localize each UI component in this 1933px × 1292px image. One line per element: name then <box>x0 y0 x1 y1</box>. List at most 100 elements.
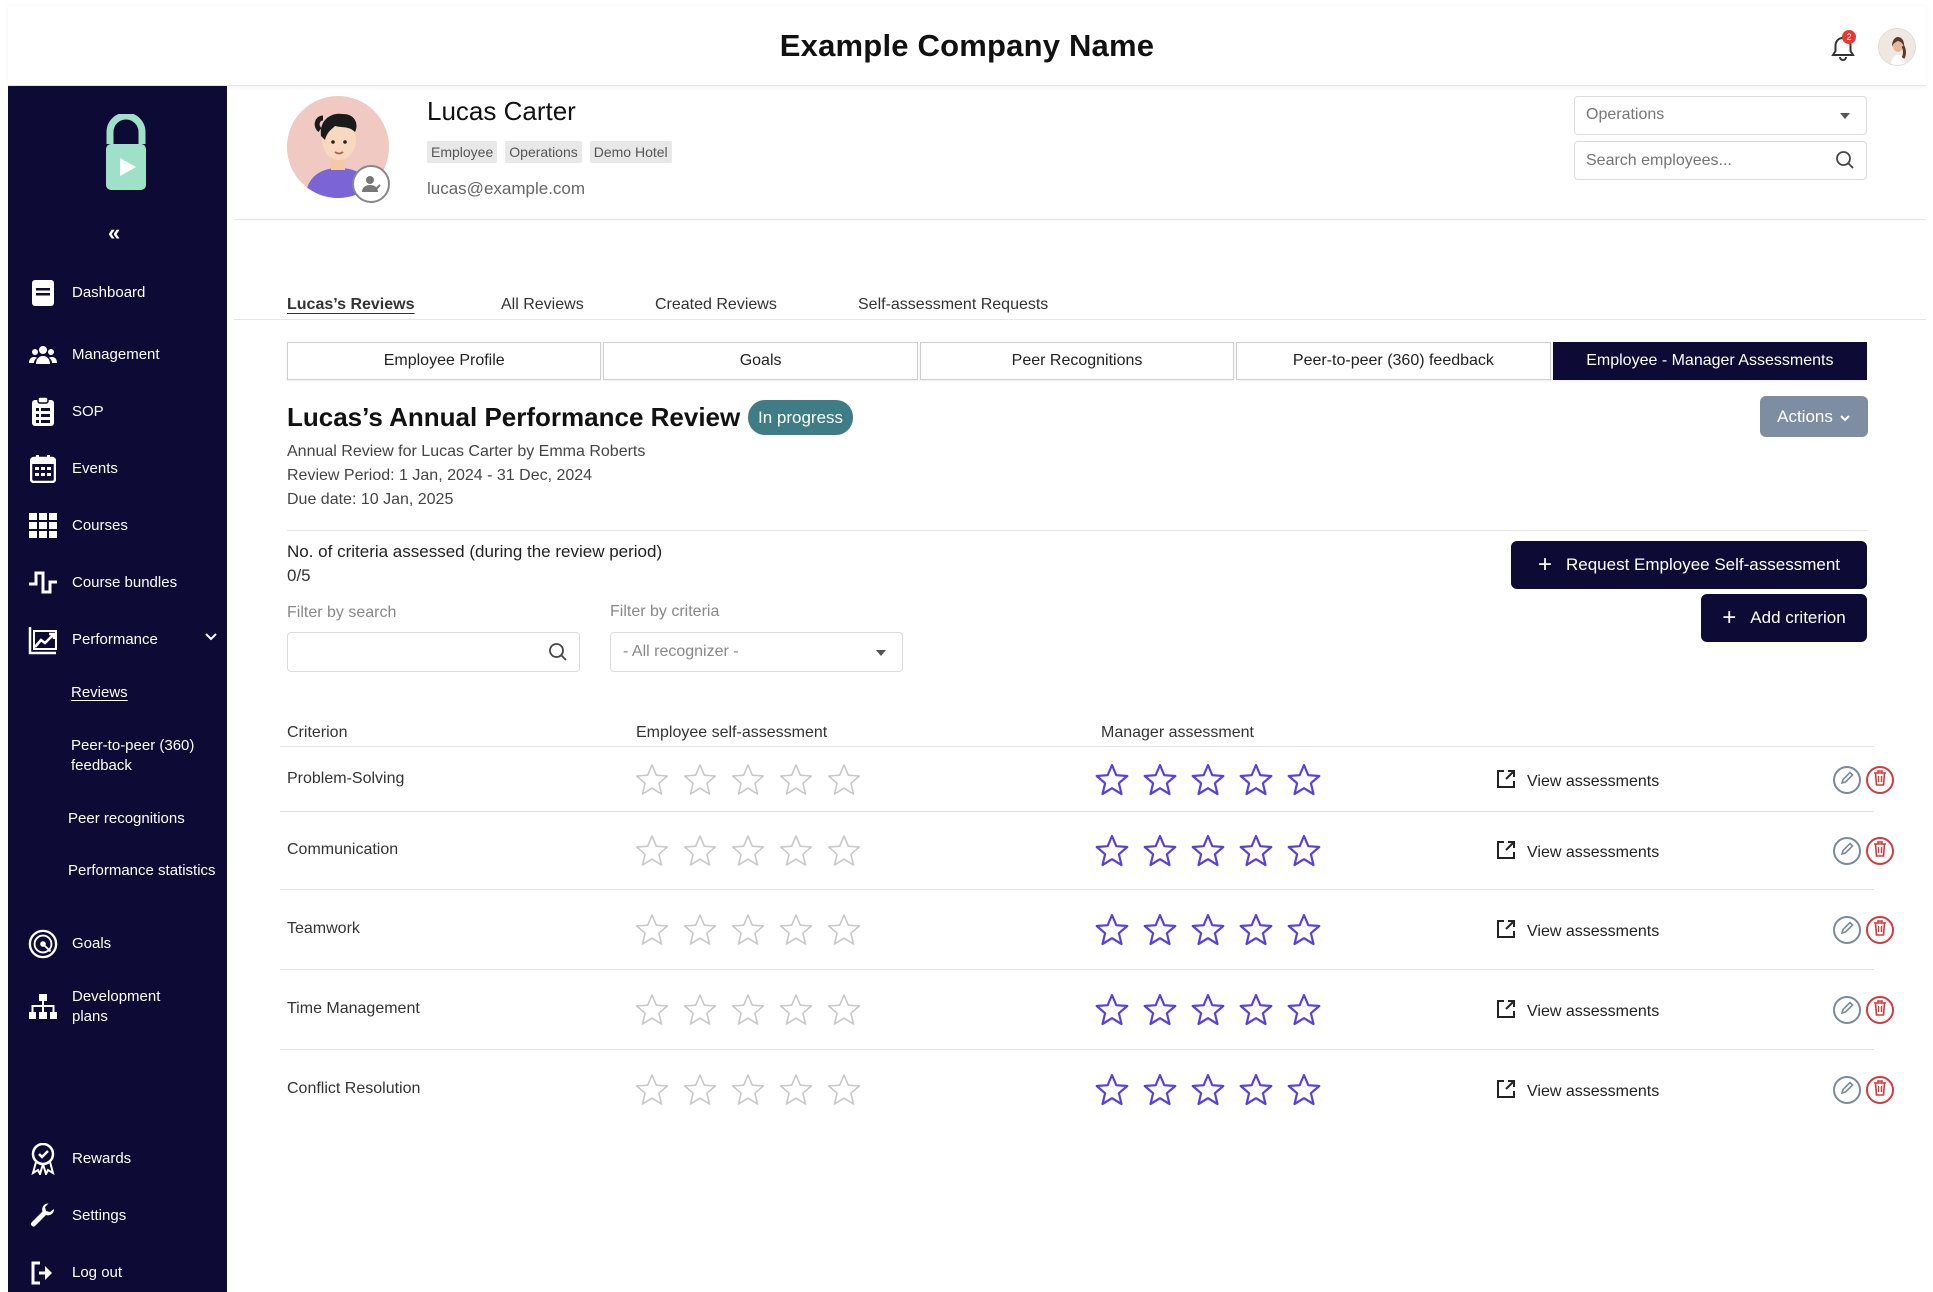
star-icon[interactable] <box>778 833 814 869</box>
star-icon[interactable] <box>826 912 862 948</box>
edit-criterion-button[interactable] <box>1833 766 1861 794</box>
view-assessments-link[interactable]: View assessments <box>1495 768 1659 795</box>
star-icon[interactable] <box>1286 992 1322 1028</box>
star-icon[interactable] <box>1190 833 1226 869</box>
tab-goals[interactable]: Goals <box>603 342 918 380</box>
star-icon[interactable] <box>1142 833 1178 869</box>
edit-criterion-button[interactable] <box>1833 837 1861 865</box>
user-avatar[interactable] <box>1878 28 1916 66</box>
star-icon[interactable] <box>1190 762 1226 798</box>
delete-criterion-button[interactable] <box>1866 916 1894 944</box>
star-icon[interactable] <box>826 992 862 1028</box>
star-icon[interactable] <box>730 912 766 948</box>
star-icon[interactable] <box>682 762 718 798</box>
star-icon[interactable] <box>1238 833 1274 869</box>
star-icon[interactable] <box>730 833 766 869</box>
tab-created-reviews[interactable]: Created Reviews <box>655 296 777 314</box>
star-icon[interactable] <box>1142 992 1178 1028</box>
sidebar-subitem-peer-feedback[interactable]: Peer-to-peer (360) feedback <box>71 736 221 776</box>
star-icon[interactable] <box>1238 1072 1274 1108</box>
tab-employee-manager-assessments[interactable]: Employee - Manager Assessments <box>1552 342 1868 380</box>
star-icon[interactable] <box>730 762 766 798</box>
tab-my-reviews[interactable]: Lucas’s Reviews <box>287 296 414 314</box>
star-icon[interactable] <box>1190 1072 1226 1108</box>
view-assessments-link[interactable]: View assessments <box>1495 839 1659 866</box>
view-assessments-link[interactable]: View assessments <box>1495 1078 1659 1105</box>
add-criterion-button[interactable]: + Add criterion <box>1701 594 1867 642</box>
delete-criterion-button[interactable] <box>1866 996 1894 1024</box>
filter-criteria-select[interactable]: - All recognizer - <box>610 632 903 672</box>
edit-criterion-button[interactable] <box>1833 916 1861 944</box>
star-icon[interactable] <box>634 912 670 948</box>
view-assessments-link[interactable]: View assessments <box>1495 998 1659 1025</box>
filter-search-input[interactable] <box>287 632 580 672</box>
star-icon[interactable] <box>730 992 766 1028</box>
sidebar-item-development-plans[interactable]: Development plans <box>28 987 218 1027</box>
star-icon[interactable] <box>682 992 718 1028</box>
star-icon[interactable] <box>778 912 814 948</box>
star-icon[interactable] <box>1094 1072 1130 1108</box>
star-icon[interactable] <box>1238 912 1274 948</box>
sidebar-item-sop[interactable]: SOP <box>28 397 218 427</box>
collapse-sidebar-button[interactable]: « <box>108 220 120 246</box>
star-icon[interactable] <box>1142 912 1178 948</box>
actions-button[interactable]: Actions <box>1760 396 1868 437</box>
star-icon[interactable] <box>778 1072 814 1108</box>
notification-bell-icon[interactable]: 2 <box>1826 30 1860 66</box>
star-icon[interactable] <box>1286 1072 1322 1108</box>
search-icon[interactable] <box>1835 150 1855 170</box>
tab-employee-profile[interactable]: Employee Profile <box>287 342 602 380</box>
sidebar-item-courses[interactable]: Courses <box>28 511 218 541</box>
change-avatar-button[interactable] <box>352 165 390 203</box>
star-icon[interactable] <box>634 833 670 869</box>
star-icon[interactable] <box>1094 833 1130 869</box>
star-icon[interactable] <box>1286 762 1322 798</box>
star-icon[interactable] <box>1142 1072 1178 1108</box>
star-icon[interactable] <box>1190 992 1226 1028</box>
star-icon[interactable] <box>1238 992 1274 1028</box>
request-self-assessment-button[interactable]: + Request Employee Self-assessment <box>1511 541 1867 589</box>
star-icon[interactable] <box>634 1072 670 1108</box>
star-icon[interactable] <box>778 992 814 1028</box>
sidebar-item-course-bundles[interactable]: Course bundles <box>28 568 218 598</box>
sidebar-item-rewards[interactable]: Rewards <box>28 1143 218 1175</box>
sidebar-item-goals[interactable]: Goals <box>28 929 218 959</box>
star-icon[interactable] <box>682 912 718 948</box>
star-icon[interactable] <box>634 762 670 798</box>
star-icon[interactable] <box>826 1072 862 1108</box>
tab-self-assessment-requests[interactable]: Self-assessment Requests <box>858 296 1048 314</box>
delete-criterion-button[interactable] <box>1866 1076 1894 1104</box>
search-icon[interactable] <box>548 642 568 662</box>
tab-all-reviews[interactable]: All Reviews <box>501 296 584 314</box>
sidebar-subitem-reviews[interactable]: Reviews <box>71 683 221 703</box>
star-icon[interactable] <box>1142 762 1178 798</box>
star-icon[interactable] <box>1238 762 1274 798</box>
sidebar-item-settings[interactable]: Settings <box>28 1201 218 1231</box>
sidebar-item-management[interactable]: Management <box>28 340 218 370</box>
department-select[interactable]: Operations <box>1574 96 1867 135</box>
star-icon[interactable] <box>682 833 718 869</box>
sidebar-subitem-performance-statistics[interactable]: Performance statistics <box>68 861 218 881</box>
sidebar-item-logout[interactable]: Log out <box>28 1258 218 1288</box>
sidebar-item-dashboard[interactable]: Dashboard <box>28 278 218 308</box>
star-icon[interactable] <box>1094 912 1130 948</box>
employee-search-input[interactable] <box>1574 141 1867 180</box>
star-icon[interactable] <box>730 1072 766 1108</box>
star-icon[interactable] <box>778 762 814 798</box>
tab-peer-feedback[interactable]: Peer-to-peer (360) feedback <box>1236 342 1551 380</box>
sidebar-subitem-peer-recognitions[interactable]: Peer recognitions <box>68 809 218 829</box>
star-icon[interactable] <box>826 833 862 869</box>
star-icon[interactable] <box>682 1072 718 1108</box>
edit-criterion-button[interactable] <box>1833 996 1861 1024</box>
tab-peer-recognitions[interactable]: Peer Recognitions <box>919 342 1235 380</box>
star-icon[interactable] <box>634 992 670 1028</box>
star-icon[interactable] <box>1286 912 1322 948</box>
sidebar-item-events[interactable]: Events <box>28 454 218 484</box>
star-icon[interactable] <box>826 762 862 798</box>
star-icon[interactable] <box>1190 912 1226 948</box>
view-assessments-link[interactable]: View assessments <box>1495 918 1659 945</box>
sidebar-item-performance[interactable]: Performance <box>28 625 218 655</box>
delete-criterion-button[interactable] <box>1866 837 1894 865</box>
star-icon[interactable] <box>1094 762 1130 798</box>
delete-criterion-button[interactable] <box>1866 766 1894 794</box>
